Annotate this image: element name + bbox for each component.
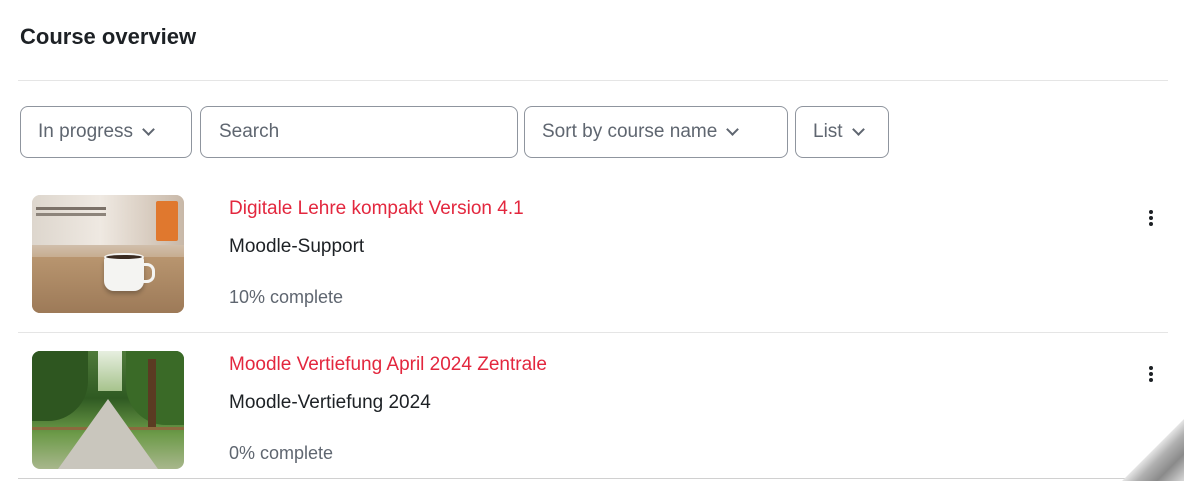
course-list-item: Digitale Lehre kompakt Version 4.1 Moodl…	[18, 190, 1168, 330]
menu-dot	[1149, 366, 1153, 370]
course-category: Moodle-Support	[229, 236, 365, 257]
course-category: Moodle-Vertiefung 2024	[229, 392, 431, 413]
vertical-ellipsis-icon[interactable]	[1144, 360, 1158, 388]
course-progress-text: 0% complete	[229, 443, 334, 463]
thumbnail-sky	[98, 351, 122, 391]
menu-dot	[1149, 210, 1153, 214]
divider	[18, 478, 1168, 479]
thumbnail-path	[58, 399, 158, 469]
chevron-down-icon	[851, 123, 865, 136]
sort-dropdown-label: Sort by course name	[542, 121, 718, 142]
view-dropdown-label: List	[813, 121, 843, 142]
chevron-down-icon	[142, 123, 155, 136]
menu-dot	[1149, 222, 1153, 226]
search-input[interactable]	[219, 121, 499, 143]
divider	[18, 80, 1168, 81]
thumbnail-accent	[156, 201, 178, 241]
coffee-cup-image[interactable]	[32, 195, 184, 313]
vertical-ellipsis-icon[interactable]	[1144, 204, 1158, 232]
menu-dot	[1149, 216, 1153, 220]
grouping-dropdown-label: In progress	[38, 121, 134, 142]
thumbnail-text-lines	[36, 207, 106, 210]
block-title: Course overview	[20, 24, 197, 49]
divider	[18, 332, 1168, 333]
menu-dot	[1149, 372, 1153, 376]
thumbnail-cup-top	[104, 253, 144, 261]
menu-dot	[1149, 378, 1153, 382]
course-name-link[interactable]: Moodle Vertiefung April 2024 Zentrale	[229, 354, 547, 376]
sort-dropdown[interactable]: Sort by course name	[524, 106, 788, 158]
thumbnail-cup	[104, 257, 144, 291]
course-progress-text: 10% complete	[229, 287, 344, 307]
course-overview-block: Course overview In progress Sort by cour…	[18, 0, 1168, 481]
thumbnail-cup-handle	[140, 263, 155, 283]
grouping-dropdown[interactable]: In progress	[20, 106, 192, 158]
search-field[interactable]	[200, 106, 518, 158]
course-list-item: Moodle Vertiefung April 2024 Zentrale Mo…	[18, 346, 1168, 486]
course-name-link[interactable]: Digitale Lehre kompakt Version 4.1	[229, 198, 524, 220]
park-path-image[interactable]	[32, 351, 184, 469]
chevron-down-icon	[726, 123, 740, 136]
view-dropdown[interactable]: List	[795, 106, 889, 158]
